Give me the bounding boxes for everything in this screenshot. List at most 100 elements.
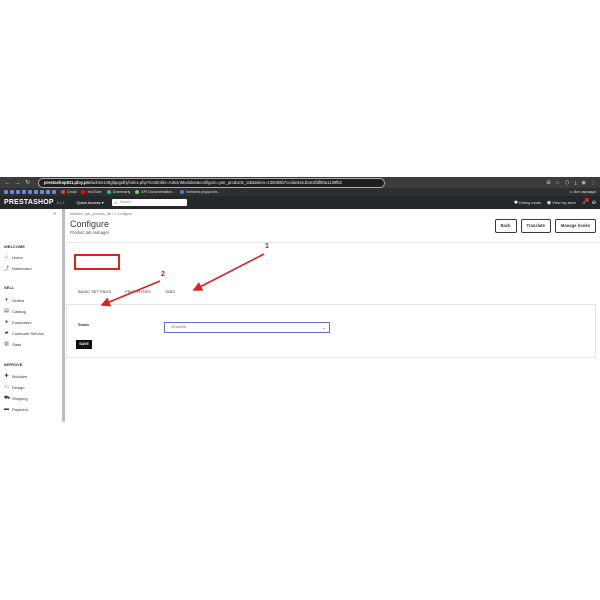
- tab-properties[interactable]: PROPERTIES: [123, 287, 153, 296]
- bookmark-icon[interactable]: [40, 190, 44, 194]
- chevron-down-icon: ⌄: [322, 325, 326, 330]
- annotation-number-2: 2: [161, 271, 165, 278]
- sidebar-item-dashboard[interactable]: ⤴ Dashboard: [4, 265, 32, 272]
- bookmark-icon[interactable]: [10, 190, 14, 194]
- user-icon: ●: [4, 319, 9, 325]
- sidebar-item-catalog[interactable]: ▤ Catalog: [4, 308, 26, 314]
- manage-hooks-button[interactable]: Manage hooks: [554, 219, 596, 233]
- browser-toolbar: ← → ↻ prestashop811.ploy.pro/admin149gbp…: [0, 177, 600, 188]
- truck-icon: ⛟: [4, 395, 11, 401]
- search-input[interactable]: ⌕ Search: [111, 199, 187, 206]
- page-title: Configure: [70, 219, 110, 229]
- sidebar-item-shipping[interactable]: ⛟ Shipping: [4, 395, 28, 402]
- account-icon[interactable]: ⊖: [592, 200, 596, 206]
- bookmark-fontsend[interactable]: fontsend.ploy.pro/w...: [180, 190, 220, 194]
- status-select[interactable]: Enabled ⌄: [164, 322, 330, 333]
- all-bookmarks-label: Все закладки: [573, 190, 596, 194]
- store-icon: ▤: [4, 308, 9, 314]
- tab-basic-settings[interactable]: BASIC SETTINGS: [76, 287, 113, 296]
- sidebar-item-label: Customers: [12, 319, 32, 325]
- address-bar[interactable]: prestashop811.ploy.pro/admin149gbpqpdhj/…: [38, 177, 385, 188]
- view-store-label: View my store: [552, 200, 577, 205]
- site-icon: [180, 190, 185, 194]
- download-icon[interactable]: ⤓: [574, 180, 576, 186]
- trending-up-icon: ⤴: [4, 266, 10, 272]
- sidebar-item-customers[interactable]: ● Customers: [4, 319, 31, 325]
- save-button[interactable]: SAVE: [76, 340, 92, 349]
- reload-icon[interactable]: ↻: [24, 179, 31, 186]
- bookmark-icon[interactable]: [46, 190, 50, 194]
- debug-mode-link[interactable]: ✱ Debug mode: [514, 200, 541, 206]
- bookmark-gmail[interactable]: Gmail: [61, 190, 76, 194]
- search-icon: ⌕: [114, 200, 117, 205]
- sidebar-item-orders[interactable]: ▾ Orders: [4, 297, 24, 303]
- bookmark-label: YouTube: [87, 190, 102, 194]
- grammarly-icon: [106, 190, 111, 194]
- bookmark-icon[interactable]: [16, 190, 20, 194]
- prestashop-logo[interactable]: PRESTASHOP: [4, 199, 54, 206]
- eye-icon: ◉: [546, 199, 552, 206]
- sidebar-item-home[interactable]: ⌂ Home: [4, 254, 23, 260]
- toolbar-buttons: Back Translate Manage hooks: [494, 219, 596, 233]
- sidebar-item-customer-service[interactable]: ▰ Customer Service: [4, 330, 44, 336]
- back-arrow-icon[interactable]: ←: [4, 180, 11, 186]
- breadcrumb: Modules / yse_products_tab / ✎ Configure: [70, 212, 132, 216]
- youtube-icon: [81, 190, 86, 194]
- url-path: /admin149gbpqpdhj/index.php?controller=A…: [90, 179, 342, 185]
- notifications-bell-icon[interactable]: ♫: [582, 197, 589, 206]
- highlight-box: [74, 254, 120, 270]
- quick-access-dropdown[interactable]: Quick Access ▾: [77, 200, 104, 205]
- sidebar-item-label: Stats: [12, 341, 22, 347]
- config-tabs: BASIC SETTINGS PROPERTIES TABS: [76, 287, 177, 296]
- translate-button[interactable]: Translate: [520, 219, 551, 233]
- sidebar-item-design[interactable]: ▭ Design: [4, 384, 24, 390]
- sidebar-item-label: Orders: [12, 297, 25, 303]
- monitor-icon: ▭: [4, 384, 9, 390]
- browser-actions: ⊞ ☆ ⬡ ⤓ ◉ ⋮: [546, 180, 596, 186]
- menu-dots-icon[interactable]: ⋮: [591, 180, 596, 186]
- gmail-icon: [61, 190, 65, 194]
- admin-header: PRESTASHOP 8.1.1 Quick Access ▾ ⌕ Search…: [0, 196, 600, 209]
- sidebar-scrollbar[interactable]: [62, 209, 65, 422]
- bookmark-youtube[interactable]: YouTube: [81, 190, 102, 194]
- bookmark-icon[interactable]: [34, 190, 38, 194]
- back-button[interactable]: Back: [494, 219, 517, 233]
- notification-badge: [584, 197, 589, 202]
- card-icon: ▬: [4, 406, 9, 412]
- sidebar-item-stats[interactable]: ▥ Stats: [4, 341, 21, 347]
- sidebar-item-modules[interactable]: ✚ Modules: [4, 373, 27, 379]
- sidebar-item-label: Customer Service: [12, 330, 44, 336]
- bookmark-icon[interactable]: [4, 190, 8, 194]
- main-content: Modules / yse_products_tab / ✎ Configure…: [66, 209, 600, 422]
- version-label: 8.1.1: [56, 200, 65, 205]
- forward-arrow-icon[interactable]: →: [14, 180, 21, 186]
- translate-page-icon[interactable]: ⊞: [546, 180, 550, 186]
- star-icon[interactable]: ☆: [556, 180, 560, 186]
- sidebar-item-label: Dashboard: [12, 266, 32, 271]
- header-divider: [66, 242, 600, 243]
- tab-tabs[interactable]: TABS: [163, 287, 177, 296]
- bar-chart-icon: ▥: [4, 341, 9, 347]
- apps-grid-icon[interactable]: [52, 190, 56, 194]
- view-store-link[interactable]: ◉ View my store: [547, 200, 576, 206]
- bookmark-api-docs[interactable]: API Documentation...: [135, 190, 175, 194]
- url-host: prestashop811.ploy.pro: [44, 179, 91, 185]
- extensions-icon[interactable]: ⬡: [565, 180, 569, 186]
- profile-icon[interactable]: ◉: [582, 180, 586, 186]
- status-label: Status: [78, 323, 89, 327]
- debug-mode-label: Debug mode: [519, 200, 541, 205]
- header-actions: ✱ Debug mode ◉ View my store ♫ ⊖: [514, 197, 596, 206]
- bookmark-icon[interactable]: [28, 190, 32, 194]
- annotation-number-1: 1: [265, 243, 269, 250]
- sidebar-item-label: Payment: [12, 406, 28, 412]
- sidebar-item-payment[interactable]: ▬ Payment: [4, 406, 28, 412]
- collapse-sidebar-icon[interactable]: «: [53, 211, 56, 217]
- screenshot-frame: ← → ↻ prestashop811.ploy.pro/admin149gbp…: [0, 177, 600, 422]
- bookmarks-bar: Gmail YouTube Grammarly API Documentatio…: [0, 188, 600, 196]
- settings-panel: [66, 304, 596, 358]
- bookmark-label: Gmail: [67, 190, 77, 194]
- bug-icon: ✱: [513, 199, 519, 206]
- bookmark-icon[interactable]: [22, 190, 26, 194]
- bookmark-grammarly[interactable]: Grammarly: [106, 190, 130, 194]
- all-bookmarks[interactable]: ▭ Все закладки: [569, 190, 596, 194]
